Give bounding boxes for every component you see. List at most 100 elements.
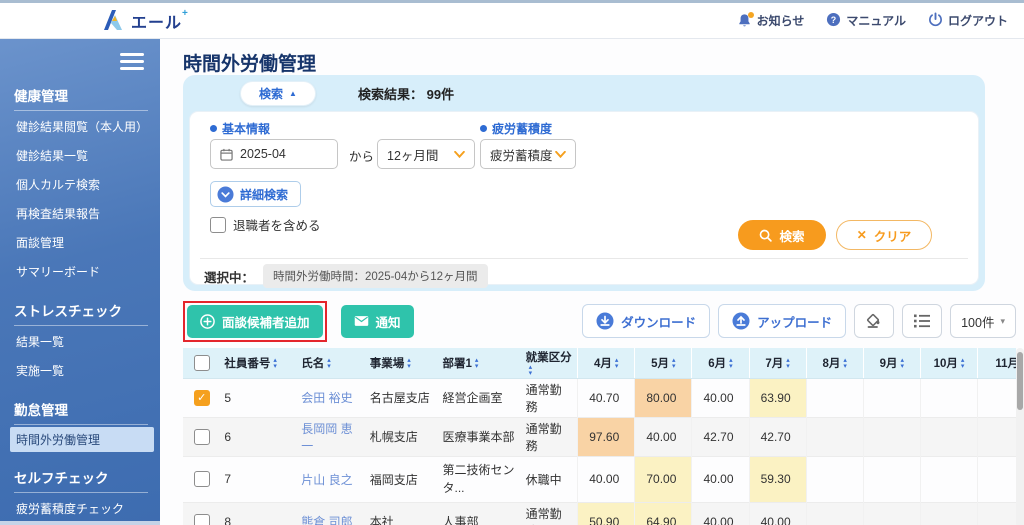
header-oct[interactable]: 10月▴▾	[920, 348, 977, 378]
top-bar-links: お知らせ ? マニュアル ログアウト	[737, 12, 1008, 30]
search-form: 基本情報 2025-04 から 12ヶ月間 疲労蓄積度 疲労蓄積度 詳細検	[189, 111, 979, 285]
header-jul[interactable]: 7月▴▾	[749, 348, 806, 378]
sidebar-item-karte-search[interactable]: 個人カルテ検索	[14, 171, 148, 198]
download-button[interactable]: ダウンロード	[582, 304, 710, 338]
row-checkbox[interactable]: ✓	[194, 514, 210, 525]
basic-info-label: 基本情報	[210, 120, 270, 137]
clear-button[interactable]: ✕ クリア	[836, 220, 932, 250]
sidebar-item-result-list[interactable]: 結果一覧	[14, 328, 148, 355]
employee-name-link[interactable]: 長岡岡 恵一	[301, 422, 352, 453]
search-icon	[759, 229, 772, 242]
table-row: ✓ 5 会田 裕史 名古屋支店 経営企画室 通常勤務 40.70 80.00 4…	[183, 378, 1016, 417]
dept-cell: 人事部	[439, 502, 522, 525]
month-cell	[920, 417, 977, 456]
app-logo[interactable]: エール +	[102, 9, 188, 33]
logo-icon	[102, 9, 126, 31]
employee-name-link[interactable]: 会田 裕史	[301, 391, 352, 405]
notice-badge-dot	[748, 12, 754, 18]
notify-button[interactable]: 通知	[341, 305, 414, 338]
month-cell: 97.60	[578, 417, 635, 456]
month-cell: 59.30	[749, 456, 806, 502]
header-nov[interactable]: 11月▴▾	[978, 348, 1016, 378]
dept-cell: 医療事業本部	[439, 417, 522, 456]
sidebar: 健康管理 健診結果閲覧（本人用） 健診結果一覧 個人カルテ検索 再検査結果報告 …	[0, 39, 160, 525]
month-cell: 40.00	[692, 502, 749, 525]
header-office[interactable]: 事業場▴▾	[366, 348, 439, 378]
list-view-icon	[913, 313, 931, 329]
header-dept[interactable]: 部署1▴▾	[439, 348, 522, 378]
add-interview-candidate-button[interactable]: 面談候補者追加	[187, 305, 323, 338]
sidebar-item-overtime-mgmt[interactable]: 時間外労働管理	[10, 427, 154, 452]
status-cell: 通常勤務	[522, 502, 578, 525]
logout-link[interactable]: ログアウト	[928, 12, 1008, 30]
menu-toggle-icon[interactable]	[120, 53, 144, 70]
upload-button[interactable]: アップロード	[718, 304, 846, 338]
header-name[interactable]: 氏名▴▾	[297, 348, 366, 378]
sidebar-item-recheck-report[interactable]: 再検査結果報告	[14, 200, 148, 227]
sidebar-item-checkup-view[interactable]: 健診結果閲覧（本人用）	[14, 113, 148, 140]
header-employee-id[interactable]: 社員番号▴▾	[220, 348, 297, 378]
header-apr[interactable]: 4月▴▾	[578, 348, 635, 378]
select-all-checkbox[interactable]: ✓	[194, 355, 210, 371]
page-size-select[interactable]: 100件 ▾	[950, 304, 1016, 338]
month-cell	[978, 378, 1016, 417]
fatigue-label: 疲労蓄積度	[480, 120, 552, 137]
include-retired-checkbox[interactable]: ✓	[210, 217, 226, 233]
search-toggle-label: 検索	[259, 85, 283, 102]
row-checkbox[interactable]: ✓	[194, 390, 210, 406]
row-select-cell: ✓	[183, 378, 220, 417]
search-button-label: 検索	[779, 226, 804, 245]
header-sep[interactable]: 9月▴▾	[863, 348, 920, 378]
sidebar-item-interview-mgmt[interactable]: 面談管理	[14, 229, 148, 256]
month-picker-input[interactable]: 2025-04	[210, 139, 338, 169]
table-scrollbar[interactable]	[1016, 348, 1024, 525]
row-checkbox[interactable]: ✓	[194, 429, 210, 445]
month-cell	[863, 378, 920, 417]
list-view-button[interactable]	[902, 304, 942, 338]
employee-name-link[interactable]: 片山 良之	[301, 473, 352, 487]
notice-link[interactable]: お知らせ	[737, 12, 805, 29]
month-cell: 42.70	[749, 417, 806, 456]
scrollbar-thumb[interactable]	[1017, 352, 1023, 410]
chevron-down-icon	[555, 151, 566, 158]
period-select[interactable]: 12ヶ月間	[377, 139, 475, 169]
fatigue-select[interactable]: 疲労蓄積度	[480, 139, 576, 169]
row-select-cell: ✓	[183, 456, 220, 502]
table-row: ✓ 7 片山 良之 福岡支店 第二技術センタ... 休職中 40.00 70.0…	[183, 456, 1016, 502]
sidebar-section-attendance: 勤怠管理	[14, 399, 148, 425]
advanced-search-button[interactable]: 詳細検索	[210, 181, 301, 207]
search-panel-header: 検索 ▲ 検索結果： 99件	[183, 75, 985, 111]
advanced-search-label: 詳細検索	[240, 186, 288, 203]
row-checkbox[interactable]: ✓	[194, 471, 210, 487]
manual-link[interactable]: ? マニュアル	[826, 12, 906, 30]
header-work-status[interactable]: 就業区分▴▾	[522, 348, 578, 378]
header-aug[interactable]: 8月▴▾	[806, 348, 863, 378]
upload-icon	[732, 312, 750, 330]
fill-color-button[interactable]	[854, 304, 894, 338]
sidebar-item-summary-board[interactable]: サマリーボード	[14, 258, 148, 285]
month-cell	[978, 502, 1016, 525]
logo-plus: +	[182, 8, 188, 19]
dept-cell: 第二技術センタ...	[439, 456, 522, 502]
month-cell	[806, 502, 863, 525]
sort-icon: ▴▾	[961, 358, 965, 370]
employee-name-link[interactable]: 熊倉 司郎	[301, 515, 352, 525]
sort-icon: ▴▾	[407, 358, 411, 370]
chevron-down-icon	[454, 151, 465, 158]
header-jun[interactable]: 6月▴▾	[692, 348, 749, 378]
sidebar-item-fatigue-check[interactable]: 疲労蓄積度チェック	[14, 495, 148, 522]
search-button[interactable]: 検索	[738, 220, 826, 250]
sidebar-item-exec-list[interactable]: 実施一覧	[14, 357, 148, 384]
calendar-icon	[220, 148, 233, 161]
result-count: 99件	[427, 87, 454, 102]
sidebar-item-checkup-list[interactable]: 健診結果一覧	[14, 142, 148, 169]
status-cell: 休職中	[522, 456, 578, 502]
fill-color-icon	[865, 312, 883, 330]
name-cell: 熊倉 司郎	[297, 502, 366, 525]
include-retired-row[interactable]: ✓ 退職者を含める	[210, 215, 321, 234]
office-cell: 札幌支店	[366, 417, 439, 456]
header-may[interactable]: 5月▴▾	[635, 348, 692, 378]
month-cell: 40.00	[692, 456, 749, 502]
envelope-icon	[354, 315, 369, 327]
search-collapse-button[interactable]: 検索 ▲	[240, 81, 316, 106]
